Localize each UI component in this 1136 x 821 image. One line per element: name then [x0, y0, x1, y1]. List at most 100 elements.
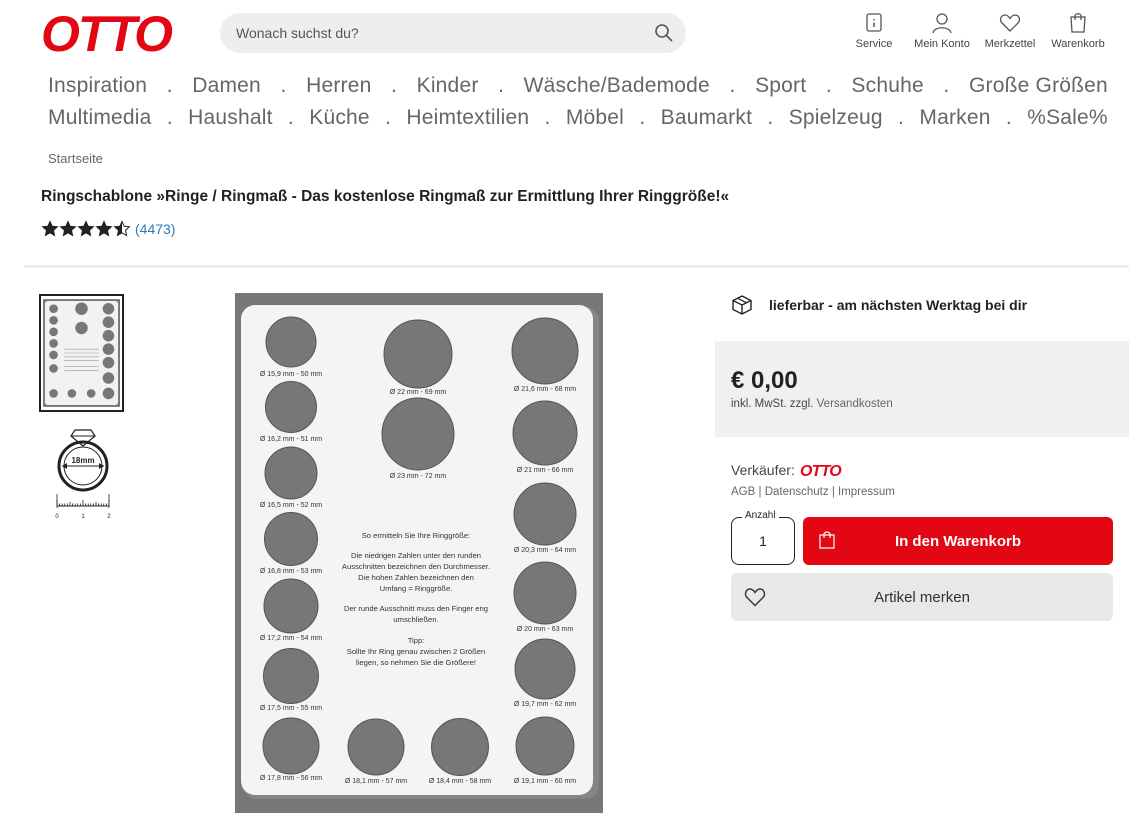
- nav-item[interactable]: Sport: [755, 74, 806, 98]
- nav-separator: .: [729, 74, 736, 97]
- seller-name: OTTO: [800, 463, 842, 478]
- price-note: inkl. MwSt. zzgl. Versandkosten: [731, 398, 893, 410]
- nav-separator: .: [767, 106, 774, 129]
- nav-separator: .: [898, 106, 905, 129]
- nav-item[interactable]: Baumarkt: [661, 106, 752, 130]
- wishlist-label: Artikel merken: [874, 588, 970, 606]
- breadcrumb[interactable]: Startseite: [48, 151, 103, 166]
- nav-item[interactable]: Heimtextilien: [406, 106, 529, 130]
- price-box: € 0,00 inkl. MwSt. zzgl. Versandkosten: [715, 341, 1129, 437]
- ring-size-hole: [263, 578, 319, 634]
- ring-size-hole: [513, 482, 577, 546]
- nav-item[interactable]: Möbel: [566, 106, 624, 130]
- ring-size-label: Ø 20,3 mm - 64 mm: [514, 547, 576, 554]
- account-label: Mein Konto: [914, 38, 970, 50]
- user-icon: [932, 13, 952, 34]
- nav-separator: .: [287, 106, 294, 129]
- cart-link[interactable]: Warenkorb: [1044, 12, 1112, 50]
- nav-separator: .: [280, 74, 287, 97]
- header-actions: Service Mein Konto Merkzettel Warenkorb: [840, 12, 1112, 50]
- ring-size-hole: [381, 397, 455, 471]
- star-icon: [113, 220, 131, 237]
- price-amount: € 0,00: [731, 367, 798, 394]
- ring-size-hole: [431, 718, 489, 776]
- wishlist-label: Merkzettel: [984, 38, 1036, 50]
- nav-separator: .: [943, 74, 950, 97]
- nav-item[interactable]: Schuhe: [851, 74, 923, 98]
- thumbnail-ring-template[interactable]: [39, 294, 124, 412]
- tax-note: inkl. MwSt. zzgl.: [731, 398, 814, 410]
- ring-size-label: Ø 22 mm - 69 mm: [390, 389, 447, 396]
- category-nav-row-1: Inspiration. Damen. Herren. Kinder. Wäsc…: [48, 74, 1108, 98]
- agb-link[interactable]: AGB: [731, 486, 755, 498]
- service-link[interactable]: Service: [840, 12, 908, 50]
- ring-measure-label: 18mm: [71, 456, 94, 465]
- ring-size-hole: [512, 400, 578, 466]
- privacy-link[interactable]: Datenschutz: [765, 486, 829, 498]
- nav-item[interactable]: Marken: [919, 106, 990, 130]
- service-label: Service: [855, 38, 893, 50]
- nav-item[interactable]: Multimedia: [48, 106, 152, 130]
- ring-measure-thumbnail-image: 18mm 0 1 2: [55, 429, 111, 520]
- nav-item[interactable]: Inspiration: [48, 74, 147, 98]
- product-rating[interactable]: (4473): [41, 220, 175, 238]
- thumbnail-ring-measure[interactable]: 18mm 0 1 2: [47, 422, 119, 520]
- ring-size-label: Ø 16,2 mm - 51 mm: [260, 436, 322, 443]
- instruction-line: Tipp:: [408, 636, 425, 645]
- ring-size-label: Ø 20 mm - 63 mm: [517, 626, 574, 633]
- search-bar: [220, 13, 686, 53]
- instruction-line: Die niedrigen Zahlen unter den runden: [351, 551, 481, 560]
- instruction-line: Der runde Ausschnitt muss den Finger eng: [344, 604, 488, 613]
- package-icon: [732, 295, 752, 315]
- heart-icon: [744, 588, 766, 607]
- ring-size-label: Ø 17,8 mm - 56 mm: [260, 775, 322, 782]
- nav-item[interactable]: Wäsche/Bademode: [524, 74, 710, 98]
- cart-label: Warenkorb: [1051, 38, 1105, 50]
- heart-icon: [999, 14, 1021, 32]
- category-nav-row-2: Multimedia. Haushalt. Küche. Heimtextili…: [48, 106, 1108, 130]
- ring-size-hole: [264, 512, 318, 566]
- quantity-select[interactable]: Anzahl 1: [731, 510, 795, 565]
- wishlist-link[interactable]: Merkzettel: [976, 12, 1044, 50]
- otto-logo[interactable]: OTTO: [41, 9, 181, 57]
- ring-size-label: Ø 17,5 mm - 55 mm: [260, 705, 322, 712]
- rating-count[interactable]: (4473): [135, 221, 175, 237]
- nav-item[interactable]: %Sale%: [1027, 106, 1108, 130]
- product-image-ring-template[interactable]: Ø 15,9 mm - 50 mm Ø 16,2 mm - 51 mm Ø 16,5…: [235, 293, 603, 813]
- ring-template-thumbnail-image: [43, 299, 120, 407]
- ring-size-hole: [262, 717, 320, 775]
- ring-size-label: Ø 18,1 mm - 57 mm: [345, 778, 407, 785]
- ring-size-label: Ø 17,2 mm - 54 mm: [260, 635, 322, 642]
- star-icon: [41, 220, 59, 237]
- ring-size-label: Ø 19,1 mm - 60 mm: [514, 778, 576, 785]
- account-link[interactable]: Mein Konto: [908, 12, 976, 50]
- nav-item[interactable]: Große Größen: [969, 74, 1108, 98]
- nav-separator: .: [391, 74, 398, 97]
- search-icon[interactable]: [654, 23, 674, 43]
- nav-item[interactable]: Damen: [192, 74, 261, 98]
- imprint-link[interactable]: Impressum: [838, 486, 895, 498]
- product-title: Ringschablone »Ringe / Ringmaß - Das kos…: [41, 188, 730, 205]
- wishlist-button[interactable]: Artikel merken: [731, 573, 1113, 621]
- nav-item[interactable]: Kinder: [417, 74, 479, 98]
- ring-size-label: Ø 18,4 mm - 58 mm: [429, 778, 491, 785]
- ring-size-hole: [383, 319, 453, 389]
- search-input[interactable]: [236, 13, 636, 53]
- ring-size-hole: [264, 446, 318, 500]
- ring-size-hole: [265, 316, 317, 368]
- quantity-value: 1: [759, 533, 767, 549]
- ring-size-label: Ø 23 mm - 72 mm: [390, 473, 447, 480]
- add-to-cart-button[interactable]: In den Warenkorb: [803, 517, 1113, 565]
- instruction-line: liegen, so nehmen Sie die Größere!: [356, 658, 476, 667]
- nav-separator: .: [166, 106, 173, 129]
- nav-item[interactable]: Spielzeug: [789, 106, 883, 130]
- nav-separator: .: [385, 106, 392, 129]
- nav-item[interactable]: Haushalt: [188, 106, 272, 130]
- star-icon: [59, 220, 77, 237]
- seller-otto-logo[interactable]: OTTO: [799, 462, 843, 478]
- nav-item[interactable]: Herren: [306, 74, 371, 98]
- nav-item[interactable]: Küche: [309, 106, 370, 130]
- shipping-link[interactable]: Versandkosten: [817, 398, 893, 410]
- star-icon: [95, 220, 113, 237]
- instruction-line: Sollte Ihr Ring genau zwischen 2 Größen: [347, 647, 485, 656]
